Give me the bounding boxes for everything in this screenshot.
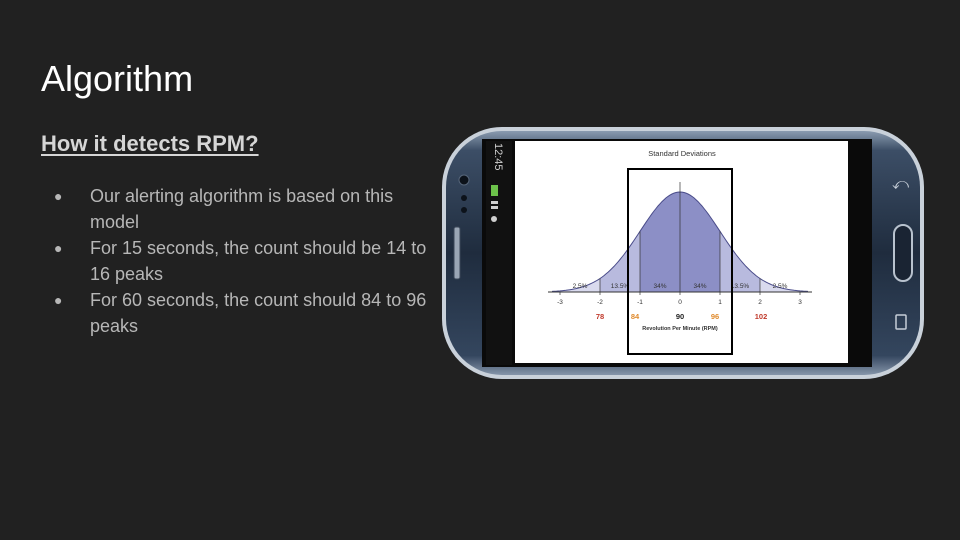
rpm-label: 90	[676, 312, 684, 321]
rpm-label: 102	[755, 312, 768, 321]
x-tick-label: -1	[637, 299, 643, 306]
home-button[interactable]	[893, 224, 913, 282]
signal-icon	[491, 201, 498, 204]
wifi-icon	[491, 216, 497, 222]
chart-title: Standard Deviations	[648, 149, 716, 158]
camera-icon	[458, 174, 470, 186]
bullet-dot-icon: ●	[54, 292, 63, 308]
bullet-item: ● Our alerting algorithm is based on this…	[40, 183, 430, 235]
bullet-list: ● Our alerting algorithm is based on this…	[40, 183, 430, 339]
bullet-dot-icon: ●	[54, 188, 63, 204]
x-tick-label: -2	[597, 299, 603, 306]
x-tick-label: -3	[557, 299, 563, 306]
region-label: 34%	[653, 283, 666, 290]
phone-image: 12:45 ⤺ Standard Deviations 2.5% 13.5% 34%…	[440, 125, 926, 381]
x-tick-label: 3	[798, 299, 802, 306]
x-tick-label: 0	[678, 299, 682, 306]
bullet-dot-icon: ●	[54, 240, 63, 256]
region-label: 2.5%	[773, 283, 788, 290]
region-label: 13.5%	[731, 283, 750, 290]
status-bar: 12:45	[486, 141, 512, 365]
rpm-label: 96	[711, 312, 719, 321]
region-label: 2.5%	[573, 283, 588, 290]
slide-subtitle: How it detects RPM?	[41, 131, 259, 156]
speaker-grille-icon	[453, 226, 461, 280]
bullet-item: ● For 60 seconds, the count should 84 to …	[40, 287, 430, 339]
back-icon[interactable]: ⤺	[892, 174, 909, 193]
rpm-label: 78	[596, 312, 604, 321]
phone-svg: 12:45 ⤺ Standard Deviations 2.5% 13.5% 34%…	[442, 127, 924, 379]
status-time: 12:45	[492, 143, 504, 171]
slide: Algorithm How it detects RPM? ● Our alert…	[0, 0, 960, 540]
phone-screen: Standard Deviations 2.5% 13.5% 34% 34% 13.5%…	[515, 141, 848, 363]
x-axis-label: Revolution Per Minute (RPM)	[642, 326, 718, 332]
region-label: 13.5%	[611, 283, 630, 290]
slide-title: Algorithm	[41, 58, 194, 99]
x-tick-label: 2	[758, 299, 762, 306]
x-tick-label: 1	[718, 299, 722, 306]
bullet-item: ● For 15 seconds, the count should be 14 …	[40, 235, 430, 287]
sensor-icon	[461, 195, 467, 201]
rpm-label: 84	[631, 312, 640, 321]
region-label: 34%	[693, 283, 706, 290]
battery-icon	[491, 185, 498, 196]
